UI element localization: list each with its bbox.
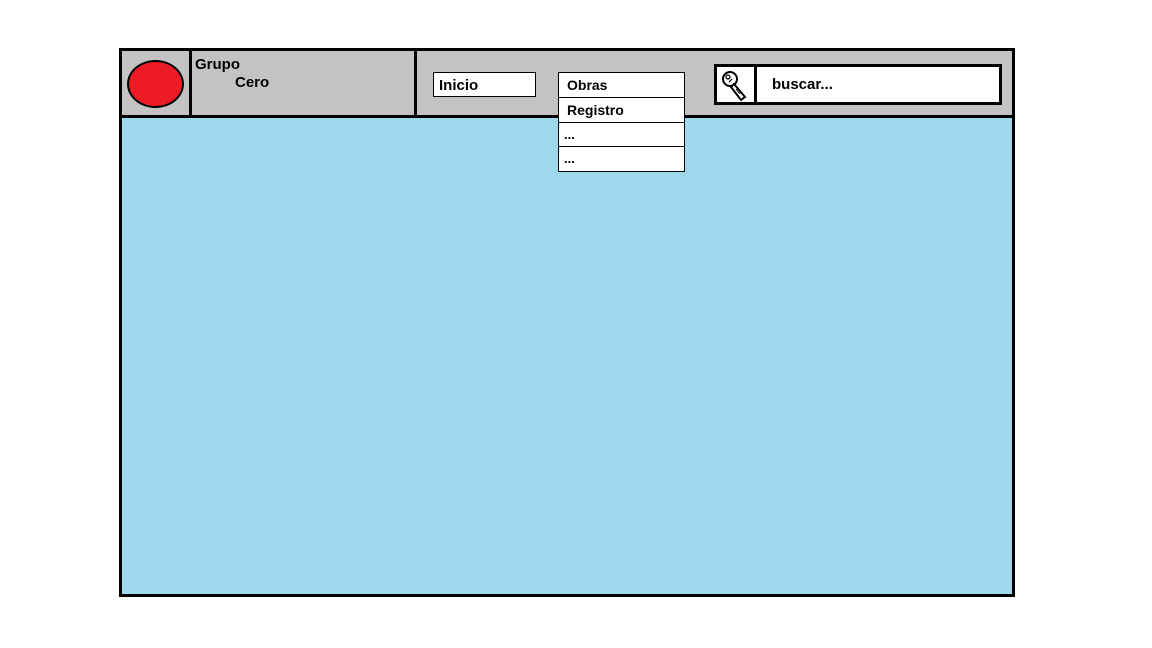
search-box	[714, 64, 1002, 105]
header-bar: Grupo Cero Inicio Obras Registro ... ...	[122, 51, 1012, 172]
brand-cell: Grupo Cero	[192, 51, 417, 115]
nav-dropdown-menu: Obras Registro ... ...	[558, 72, 685, 172]
search-icon	[722, 71, 747, 101]
dropdown-item-registro[interactable]: Registro	[559, 98, 684, 123]
app-window: Grupo Cero Inicio Obras Registro ... ...	[119, 48, 1015, 597]
search-button[interactable]	[717, 67, 757, 102]
main-content-area	[122, 118, 1012, 594]
dropdown-item-more-1[interactable]: ...	[559, 123, 684, 147]
logo-cell	[122, 51, 192, 115]
nav-inicio-link[interactable]: Inicio	[433, 72, 536, 97]
brand-name-line2: Cero	[235, 74, 270, 91]
brand-name-line1: Grupo	[195, 56, 240, 73]
dropdown-item-obras[interactable]: Obras	[559, 73, 684, 98]
logo[interactable]	[127, 60, 184, 108]
search-input[interactable]	[757, 67, 997, 102]
dropdown-item-more-2[interactable]: ...	[559, 147, 684, 171]
